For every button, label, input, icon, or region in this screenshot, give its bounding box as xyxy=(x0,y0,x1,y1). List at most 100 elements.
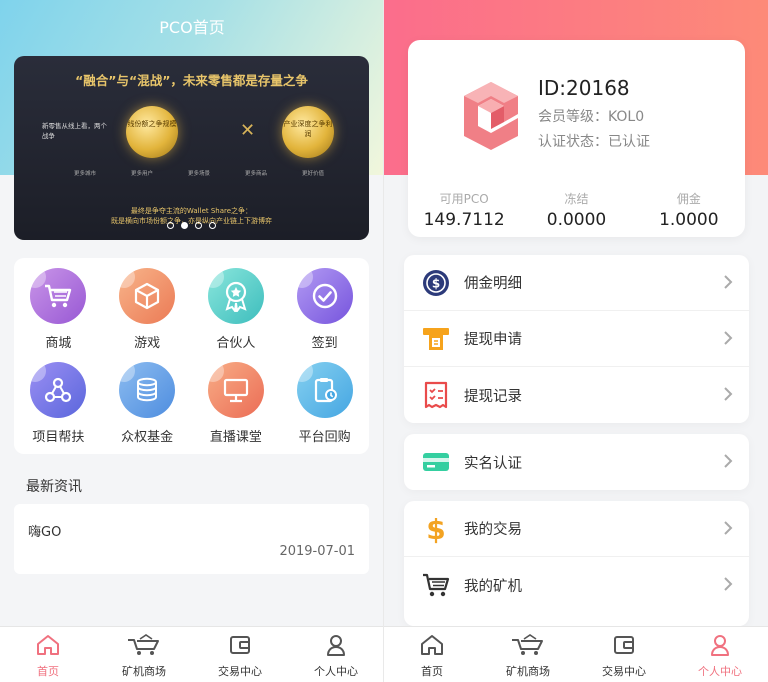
feature-grid: 商城 游戏 合伙人 签到 项目帮扶 众权基金 直播课堂 平台回购 xyxy=(14,266,369,450)
tab-home[interactable]: 首页 xyxy=(0,627,96,682)
grid-item-fund[interactable]: 众权基金 xyxy=(103,360,192,450)
profile-screen: ID:20168 会员等级：KOL0 认证状态：已认证 可用PCO 149.71… xyxy=(384,0,768,682)
carousel-dots xyxy=(14,222,369,229)
grid-item-game[interactable]: 游戏 xyxy=(103,266,192,356)
tab-miner-mall[interactable]: 矿机商场 xyxy=(480,627,576,682)
grid-item-buyback[interactable]: 平台回购 xyxy=(280,360,369,450)
menu-label: 提现记录 xyxy=(464,388,522,405)
tab-home[interactable]: 首页 xyxy=(384,627,480,682)
menu-group-mine: $ 我的交易 我的矿机 xyxy=(404,501,749,626)
page-title: PCO首页 xyxy=(159,18,225,37)
feature-grid-card: 商城 游戏 合伙人 签到 项目帮扶 众权基金 直播课堂 平台回购 xyxy=(14,258,369,454)
grid-item-project-support[interactable]: 项目帮扶 xyxy=(14,360,103,450)
user-id: ID:20168 xyxy=(538,76,630,100)
member-level: 会员等级：KOL0 xyxy=(538,109,645,125)
tab-trade-center[interactable]: 交易中心 xyxy=(192,627,288,682)
menu-my-trades[interactable]: $ 我的交易 xyxy=(404,501,749,557)
cart-truck-icon xyxy=(126,633,162,661)
id-card-icon xyxy=(420,446,452,478)
check-circle-icon xyxy=(290,266,353,324)
balance-stats: 可用PCO 149.7112 冻结 0.0000 佣金 1.0000 xyxy=(408,190,745,230)
pco-logo-icon xyxy=(456,76,526,156)
tab-label: 交易中心 xyxy=(602,665,646,678)
tab-label: 首页 xyxy=(37,665,59,678)
news-heading: 最新资讯 xyxy=(26,479,82,495)
bottom-tabbar: 首页 矿机商场 交易中心 个人中心 xyxy=(384,626,768,682)
grid-label: 商城 xyxy=(45,336,72,351)
promo-banner[interactable]: “融合”与“混战”，未来零售都是存量之争 新零售从线上看，两个战争 线份额之争规… xyxy=(14,56,369,240)
grid-item-partner[interactable]: 合伙人 xyxy=(192,266,281,356)
news-item[interactable]: 嗨GO 2019-07-01 xyxy=(14,504,369,574)
atm-icon xyxy=(420,323,452,355)
menu-withdraw-record[interactable]: 提现记录 xyxy=(404,367,749,423)
grid-item-live-class[interactable]: 直播课堂 xyxy=(192,360,281,450)
stat-frozen: 冻结 0.0000 xyxy=(520,190,632,230)
menu-commission-detail[interactable]: $ 佣金明细 xyxy=(404,255,749,311)
monitor-icon xyxy=(201,360,264,418)
dollar-circle-icon: $ xyxy=(420,267,452,299)
menu-real-name-auth[interactable]: 实名认证 xyxy=(404,434,749,490)
tab-label: 个人中心 xyxy=(698,665,742,678)
wallet-icon xyxy=(611,633,637,661)
stat-available: 可用PCO 149.7112 xyxy=(408,190,520,230)
menu-group-verify: 实名认证 xyxy=(404,434,749,490)
banner-step: 更多用户 xyxy=(130,171,153,177)
grid-label: 平台回购 xyxy=(298,430,351,445)
news-title: 嗨GO xyxy=(28,525,62,540)
cart-truck-icon xyxy=(510,633,546,661)
bottom-tabbar: 首页 矿机商场 交易中心 个人中心 xyxy=(0,626,384,682)
banner-coin-left: 线份额之争规模 xyxy=(126,106,178,158)
carousel-dot[interactable] xyxy=(167,222,174,229)
menu-label: 我的矿机 xyxy=(464,578,522,595)
menu-my-miners[interactable]: 我的矿机 xyxy=(404,557,749,613)
banner-side-text: 新零售从线上看，两个战争 xyxy=(42,122,107,140)
banner-footer-line: 最终是争夺主流的Wallet Share之争： xyxy=(130,207,253,215)
chevron-right-icon xyxy=(723,453,733,473)
profile-card: ID:20168 会员等级：KOL0 认证状态：已认证 可用PCO 149.71… xyxy=(408,40,745,237)
menu-withdraw-apply[interactable]: 提现申请 xyxy=(404,311,749,367)
carousel-dot[interactable] xyxy=(195,222,202,229)
tab-trade-center[interactable]: 交易中心 xyxy=(576,627,672,682)
grid-item-checkin[interactable]: 签到 xyxy=(280,266,369,356)
tab-miner-mall[interactable]: 矿机商场 xyxy=(96,627,192,682)
grid-item-mall[interactable]: 商城 xyxy=(14,266,103,356)
menu-label: 实名认证 xyxy=(464,455,522,472)
banner-step: 更多城市 xyxy=(74,171,97,177)
stat-label: 佣金 xyxy=(676,192,701,206)
grid-label: 直播课堂 xyxy=(209,430,262,445)
banner-step: 更好价值 xyxy=(301,171,324,177)
cart-icon xyxy=(24,266,87,324)
tab-label: 矿机商场 xyxy=(506,665,550,678)
home-icon xyxy=(35,633,61,661)
grid-label: 签到 xyxy=(311,336,338,351)
banner-coin-right: 产业深度之争利润 xyxy=(282,106,334,158)
tab-personal-center[interactable]: 个人中心 xyxy=(672,627,768,682)
receipt-icon xyxy=(420,379,452,411)
banner-step: 更多商品 xyxy=(244,171,267,177)
svg-text:$: $ xyxy=(426,513,445,545)
banner-steps: 更多城市 更多用户 更多场景 更多商品 更好价值 xyxy=(74,169,324,177)
auth-status: 认证状态：已认证 xyxy=(538,134,650,150)
tab-label: 矿机商场 xyxy=(122,665,166,678)
person-icon xyxy=(707,633,733,661)
banner-headline: “融合”与“混战”，未来零售都是存量之争 xyxy=(75,73,308,88)
home-screen: PCO首页 “融合”与“混战”，未来零售都是存量之争 新零售从线上看，两个战争 … xyxy=(0,0,384,682)
stat-label: 冻结 xyxy=(564,192,589,206)
tab-label: 交易中心 xyxy=(218,665,262,678)
tab-personal-center[interactable]: 个人中心 xyxy=(288,627,384,682)
box-icon xyxy=(113,266,176,324)
banner-step: 更多场景 xyxy=(187,171,210,177)
award-icon xyxy=(201,266,264,324)
carousel-dot[interactable] xyxy=(209,222,216,229)
stat-label: 可用PCO xyxy=(439,192,489,206)
coins-icon xyxy=(113,360,176,418)
menu-label: 提现申请 xyxy=(464,332,522,348)
grid-label: 游戏 xyxy=(134,336,161,351)
carousel-dot-active[interactable] xyxy=(181,222,188,229)
chevron-right-icon xyxy=(723,330,733,350)
grid-label: 合伙人 xyxy=(216,336,256,351)
menu-label: 佣金明细 xyxy=(464,276,522,292)
dollar-icon: $ xyxy=(420,513,452,545)
menu-label: 我的交易 xyxy=(464,522,522,538)
grid-label: 众权基金 xyxy=(121,430,174,445)
